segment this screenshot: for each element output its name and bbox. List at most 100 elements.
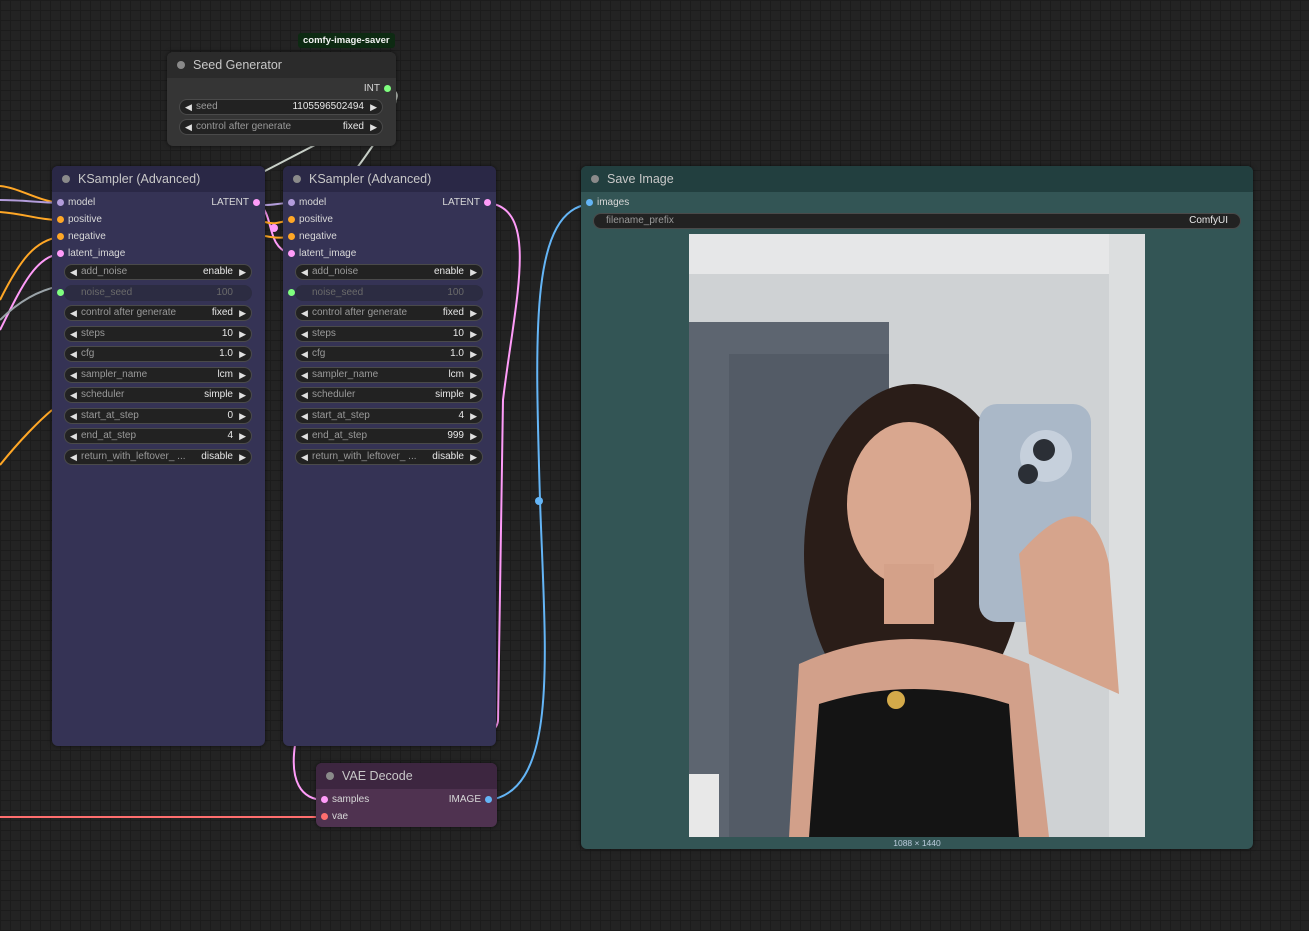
increment-arrow-icon[interactable]: ▶	[470, 265, 477, 279]
collapse-dot-icon[interactable]	[326, 772, 334, 780]
increment-arrow-icon[interactable]: ▶	[239, 347, 246, 361]
increment-arrow-icon[interactable]: ▶	[239, 388, 246, 402]
start-at-step-widget[interactable]: ◀ start_at_step 0 ▶	[64, 407, 252, 424]
input-latent-image[interactable]: latent_image	[52, 245, 125, 262]
add-noise-widget[interactable]: ◀ add_noise enable ▶	[295, 264, 483, 280]
image-preview[interactable]	[689, 234, 1145, 837]
input-positive[interactable]: positive	[52, 211, 102, 228]
end-at-step-widget[interactable]: ◀ end_at_step 4 ▶	[64, 428, 252, 444]
input-samples[interactable]: samples	[316, 791, 369, 808]
decrement-arrow-icon[interactable]: ◀	[70, 265, 77, 279]
sampler-name-widget[interactable]: ◀ sampler_name lcm ▶	[64, 366, 252, 383]
decrement-arrow-icon[interactable]: ◀	[301, 429, 308, 443]
input-images[interactable]: images	[581, 194, 629, 211]
noise-seed-widget[interactable]: noise_seed 100	[288, 284, 483, 301]
output-int[interactable]: INT	[364, 80, 396, 97]
return-with-leftover--widget[interactable]: ◀ return_with_leftover_ ... disable ▶	[64, 448, 252, 465]
input-model[interactable]: model	[283, 194, 326, 211]
node-title[interactable]: KSampler (Advanced)	[52, 166, 265, 192]
collapse-dot-icon[interactable]	[177, 61, 185, 69]
input-dot-icon[interactable]	[288, 216, 295, 223]
decrement-arrow-icon[interactable]: ◀	[301, 409, 308, 423]
decrement-arrow-icon[interactable]: ◀	[185, 120, 192, 134]
node-title[interactable]: KSampler (Advanced)	[283, 166, 496, 192]
input-dot-icon[interactable]	[586, 199, 593, 206]
steps-widget[interactable]: ◀ steps 10 ▶	[64, 325, 252, 342]
increment-arrow-icon[interactable]: ▶	[239, 368, 246, 382]
decrement-arrow-icon[interactable]: ◀	[301, 327, 308, 341]
decrement-arrow-icon[interactable]: ◀	[70, 306, 77, 320]
decrement-arrow-icon[interactable]: ◀	[70, 388, 77, 402]
node-title[interactable]: VAE Decode	[316, 763, 497, 789]
input-dot-icon[interactable]	[321, 813, 328, 820]
output-latent[interactable]: LATENT	[442, 194, 496, 211]
decrement-arrow-icon[interactable]: ◀	[301, 388, 308, 402]
increment-arrow-icon[interactable]: ▶	[470, 347, 477, 361]
increment-arrow-icon[interactable]: ▶	[239, 450, 246, 464]
input-vae[interactable]: vae	[316, 808, 348, 825]
steps-widget[interactable]: ◀ steps 10 ▶	[295, 325, 483, 342]
input-dot-icon[interactable]	[321, 796, 328, 803]
increment-arrow-icon[interactable]: ▶	[470, 450, 477, 464]
node-title[interactable]: Seed Generator	[167, 52, 396, 78]
decrement-arrow-icon[interactable]: ◀	[301, 450, 308, 464]
control-after-generate-widget[interactable]: ◀ control after generate fixed ▶	[179, 119, 383, 135]
decrement-arrow-icon[interactable]: ◀	[301, 265, 308, 279]
ksampler-advanced-node-2[interactable]: KSampler (Advanced) LATENT model positive n…	[283, 166, 496, 746]
input-dot-icon[interactable]	[57, 233, 64, 240]
noise-seed-widget[interactable]: noise_seed 100	[57, 284, 252, 301]
input-dot-icon[interactable]	[288, 288, 295, 296]
increment-arrow-icon[interactable]: ▶	[239, 265, 246, 279]
collapse-dot-icon[interactable]	[591, 175, 599, 183]
end-at-step-widget[interactable]: ◀ end_at_step 999 ▶	[295, 428, 483, 444]
increment-arrow-icon[interactable]: ▶	[239, 409, 246, 423]
controlaftergenerate-widget[interactable]: ◀ control after generate fixed ▶	[295, 305, 483, 321]
increment-arrow-icon[interactable]: ▶	[470, 409, 477, 423]
collapse-dot-icon[interactable]	[62, 175, 70, 183]
output-dot-icon[interactable]	[485, 796, 492, 803]
increment-arrow-icon[interactable]: ▶	[370, 100, 377, 114]
seed-widget[interactable]: ◀ seed 1105596502494 ▶	[179, 99, 383, 115]
input-dot-icon[interactable]	[57, 250, 64, 257]
node-title[interactable]: Save Image	[581, 166, 1253, 192]
add-noise-widget[interactable]: ◀ add_noise enable ▶	[64, 264, 252, 280]
decrement-arrow-icon[interactable]: ◀	[70, 347, 77, 361]
increment-arrow-icon[interactable]: ▶	[239, 327, 246, 341]
increment-arrow-icon[interactable]: ▶	[239, 306, 246, 320]
output-dot-icon[interactable]	[384, 85, 391, 92]
increment-arrow-icon[interactable]: ▶	[470, 388, 477, 402]
output-dot-icon[interactable]	[484, 199, 491, 206]
controlaftergenerate-widget[interactable]: ◀ control after generate fixed ▶	[64, 305, 252, 321]
decrement-arrow-icon[interactable]: ◀	[301, 368, 308, 382]
decrement-arrow-icon[interactable]: ◀	[70, 450, 77, 464]
increment-arrow-icon[interactable]: ▶	[470, 327, 477, 341]
output-latent[interactable]: LATENT	[211, 194, 265, 211]
save-image-node[interactable]: Save Image images filename_prefix ComfyU…	[581, 166, 1253, 849]
decrement-arrow-icon[interactable]: ◀	[70, 429, 77, 443]
input-dot-icon[interactable]	[288, 199, 295, 206]
cfg-widget[interactable]: ◀ cfg 1.0 ▶	[64, 346, 252, 362]
output-image[interactable]: IMAGE	[449, 791, 497, 808]
input-dot-icon[interactable]	[288, 250, 295, 257]
input-dot-icon[interactable]	[288, 233, 295, 240]
input-model[interactable]: model	[52, 194, 95, 211]
increment-arrow-icon[interactable]: ▶	[370, 120, 377, 134]
input-negative[interactable]: negative	[52, 228, 106, 245]
input-dot-icon[interactable]	[57, 288, 64, 296]
increment-arrow-icon[interactable]: ▶	[470, 429, 477, 443]
sampler-name-widget[interactable]: ◀ sampler_name lcm ▶	[295, 366, 483, 383]
increment-arrow-icon[interactable]: ▶	[239, 429, 246, 443]
start-at-step-widget[interactable]: ◀ start_at_step 4 ▶	[295, 407, 483, 424]
decrement-arrow-icon[interactable]: ◀	[70, 368, 77, 382]
decrement-arrow-icon[interactable]: ◀	[301, 347, 308, 361]
input-dot-icon[interactable]	[57, 216, 64, 223]
input-latent-image[interactable]: latent_image	[283, 245, 356, 262]
input-positive[interactable]: positive	[283, 211, 333, 228]
cfg-widget[interactable]: ◀ cfg 1.0 ▶	[295, 346, 483, 362]
scheduler-widget[interactable]: ◀ scheduler simple ▶	[64, 387, 252, 403]
decrement-arrow-icon[interactable]: ◀	[301, 306, 308, 320]
increment-arrow-icon[interactable]: ▶	[470, 306, 477, 320]
decrement-arrow-icon[interactable]: ◀	[70, 327, 77, 341]
decrement-arrow-icon[interactable]: ◀	[185, 100, 192, 114]
return-with-leftover--widget[interactable]: ◀ return_with_leftover_ ... disable ▶	[295, 448, 483, 465]
